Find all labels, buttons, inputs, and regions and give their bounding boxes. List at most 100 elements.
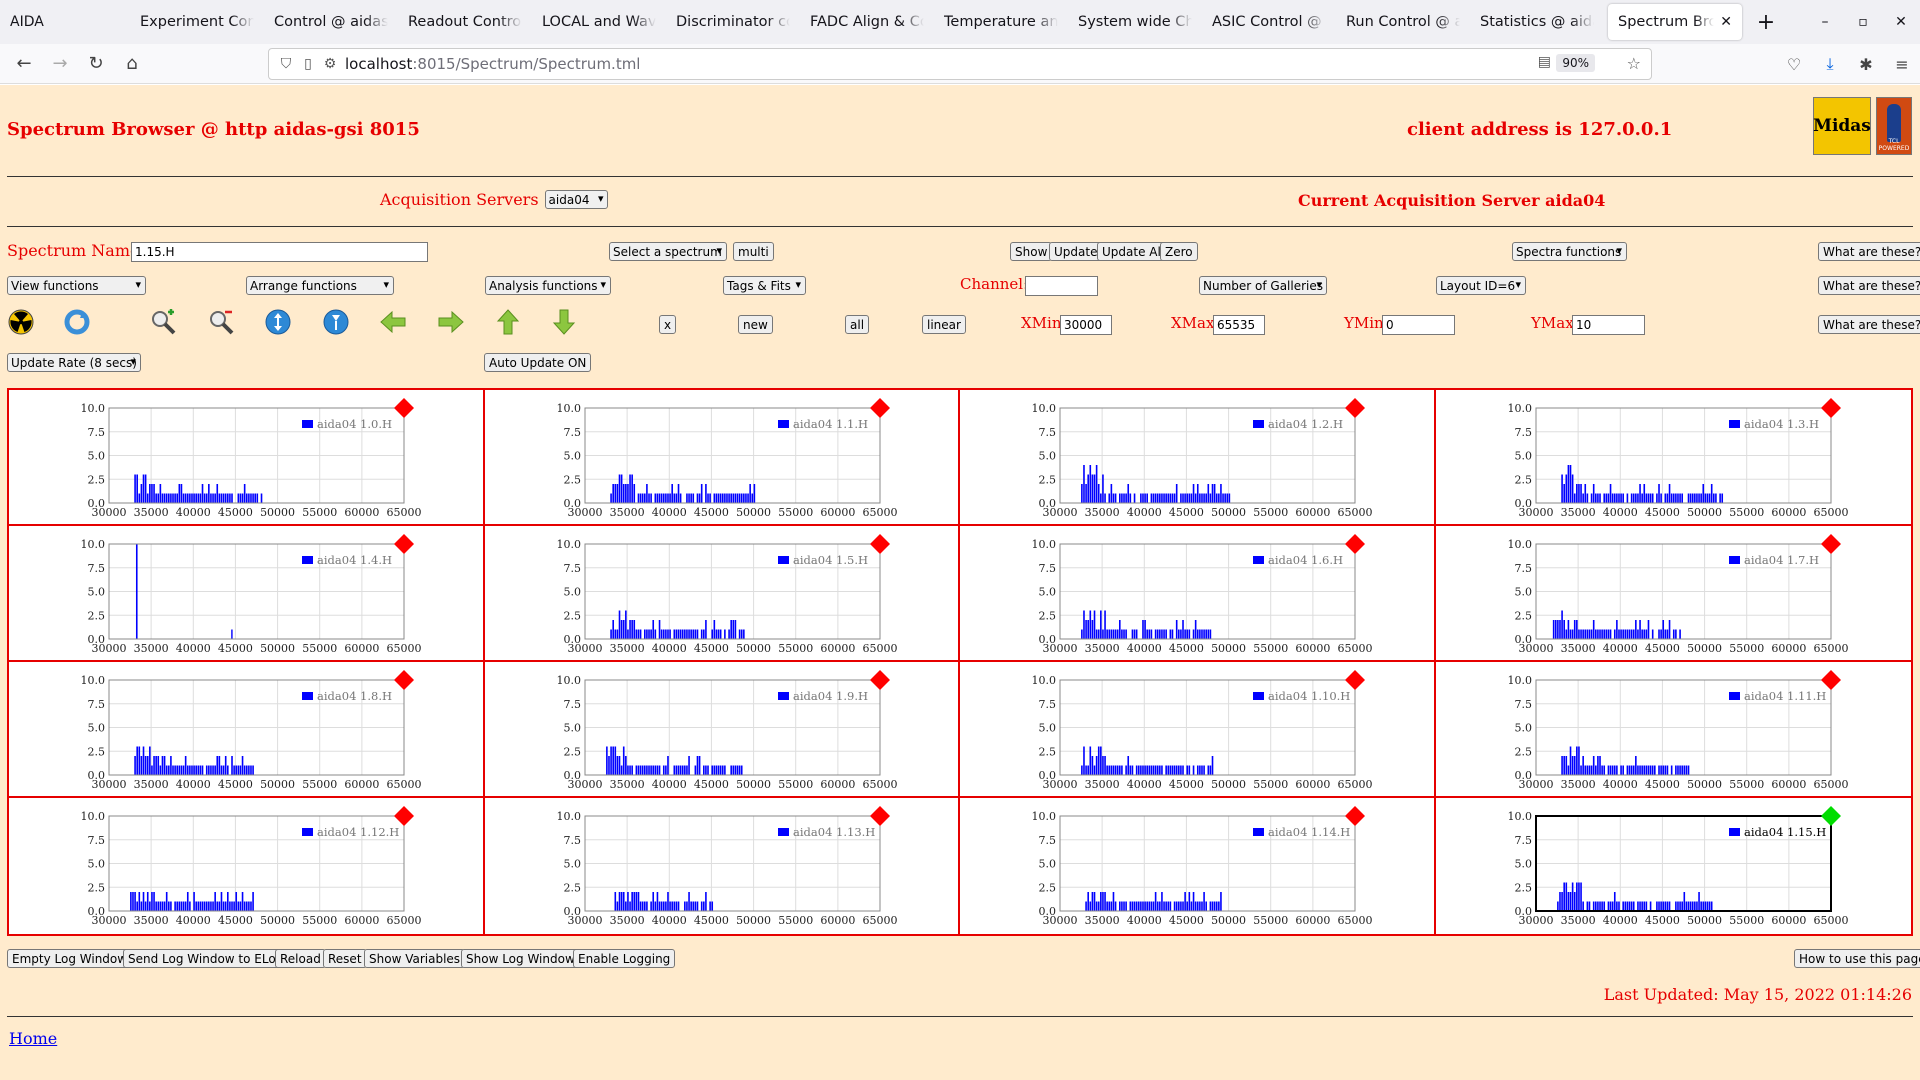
spectrum-cell[interactable]: 0.0 2.5 5.0 7.5 10.0 30000 35000 40000 45000 5000… — [1435, 526, 1911, 662]
pocket-icon[interactable]: ♡ — [1776, 55, 1812, 74]
channel-input[interactable] — [1025, 276, 1098, 296]
compress-y-icon[interactable] — [321, 307, 351, 337]
arrow-down-icon[interactable] — [549, 307, 579, 337]
expand-y-icon[interactable] — [263, 307, 293, 337]
spectrum-cell[interactable]: 0.0 2.5 5.0 7.5 10.0 30000 35000 40000 45000 5000… — [1435, 390, 1911, 526]
extensions-icon[interactable]: ✱ — [1848, 55, 1884, 74]
browser-tab[interactable]: Control @ aidas-gsi — [264, 4, 398, 40]
selection-marker-icon[interactable] — [1345, 670, 1365, 690]
back-icon[interactable]: ← — [6, 53, 42, 74]
arrow-up-icon[interactable] — [493, 307, 523, 337]
what-are-these-button[interactable]: What are these? — [1818, 315, 1920, 334]
selection-marker-icon[interactable] — [869, 534, 890, 554]
tags-fits-dropdown[interactable]: Tags & Fits — [723, 276, 806, 295]
linear-button[interactable]: linear — [922, 315, 966, 334]
spectrum-cell[interactable]: 0.0 2.5 5.0 7.5 10.0 30000 35000 40000 45000 5000… — [1435, 662, 1911, 798]
spectrum-cell[interactable]: 0.0 2.5 5.0 7.5 10.0 30000 35000 40000 45000 5000… — [960, 390, 1436, 526]
zero-button[interactable]: Zero — [1160, 242, 1198, 261]
selection-marker-icon[interactable] — [1345, 398, 1365, 418]
ymax-input[interactable] — [1572, 315, 1645, 335]
all-button[interactable]: all — [845, 315, 870, 334]
browser-tab[interactable]: Readout Control @ — [398, 4, 532, 40]
home-icon[interactable]: ⌂ — [114, 53, 150, 74]
permissions-icon[interactable]: ⚙ — [319, 56, 341, 72]
spectrum-cell[interactable]: 0.0 2.5 5.0 7.5 10.0 30000 35000 40000 45000 5000… — [9, 798, 485, 934]
selection-marker-icon[interactable] — [869, 806, 890, 826]
update-button[interactable]: Update — [1049, 242, 1103, 261]
selection-marker-icon[interactable] — [394, 670, 414, 690]
downloads-icon[interactable]: ⤓ — [1812, 54, 1848, 74]
xmax-input[interactable] — [1213, 315, 1265, 335]
browser-tab[interactable]: Temperature and — [934, 4, 1068, 40]
what-are-these-button[interactable]: What are these? — [1818, 242, 1920, 261]
view-functions-dropdown[interactable]: View functions — [7, 276, 146, 295]
browser-tab[interactable]: System wide Checks — [1068, 4, 1202, 40]
bottom-button-show-variables[interactable]: Show Variables — [364, 949, 466, 968]
browser-tab[interactable]: FADC Align & Control — [800, 4, 934, 40]
bottom-button-enable-logging[interactable]: Enable Logging — [573, 949, 676, 968]
selection-marker-icon[interactable] — [1820, 398, 1841, 418]
close-window-icon[interactable]: ✕ — [1882, 14, 1920, 30]
reload-icon[interactable]: ↻ — [78, 53, 114, 74]
layout-id-dropdown[interactable]: Layout ID=6 — [1436, 276, 1526, 295]
refresh-icon[interactable] — [62, 307, 92, 337]
selection-marker-icon[interactable] — [1345, 806, 1365, 826]
bottom-button-send-log-window-to-elog[interactable]: Send Log Window to ELog — [123, 949, 289, 968]
arrange-functions-dropdown[interactable]: Arrange functions — [246, 276, 394, 295]
forward-icon[interactable]: → — [42, 53, 78, 74]
selection-marker-icon[interactable] — [1820, 534, 1841, 554]
selection-marker-icon[interactable] — [394, 398, 414, 418]
selection-marker-icon[interactable] — [869, 670, 890, 690]
zoom-out-icon[interactable] — [206, 307, 236, 337]
arrow-right-icon[interactable] — [436, 307, 466, 337]
spectrum-cell[interactable]: 0.0 2.5 5.0 7.5 10.0 30000 35000 40000 45000 5000… — [485, 798, 960, 934]
multi-button[interactable]: multi — [733, 242, 774, 261]
address-bar[interactable]: ⛉ ▯ ⚙ localhost:8015/Spectrum/Spectrum.t… — [268, 48, 1652, 80]
number-of-galleries-dropdown[interactable]: Number of Galleries — [1199, 276, 1327, 295]
spectrum-cell[interactable]: 0.0 2.5 5.0 7.5 10.0 30000 35000 40000 45000 5000… — [9, 526, 485, 662]
update-all-button[interactable]: Update All — [1097, 242, 1170, 261]
bookmark-star-icon[interactable]: ☆ — [1627, 54, 1641, 73]
radiation-icon[interactable] — [6, 307, 36, 337]
browser-tab[interactable]: LOCAL and Waveform — [532, 4, 666, 40]
spectrum-cell[interactable]: 0.0 2.5 5.0 7.5 10.0 30000 35000 40000 45000 5000… — [484, 526, 960, 662]
arrow-left-icon[interactable] — [378, 307, 408, 337]
acq-server-select[interactable]: aida04 — [544, 190, 609, 209]
spectrum-cell[interactable]: 0.0 2.5 5.0 7.5 10.0 30000 35000 40000 45000 5000… — [960, 662, 1436, 798]
what-are-these-button[interactable]: What are these? — [1818, 276, 1920, 295]
zoom-in-icon[interactable] — [148, 307, 178, 337]
selection-marker-icon[interactable] — [1820, 670, 1841, 690]
browser-tab[interactable]: Run Control @ aidas — [1336, 4, 1470, 40]
maximize-icon[interactable]: ▫ — [1844, 14, 1882, 30]
home-link[interactable]: Home — [9, 1029, 57, 1048]
selection-marker-icon[interactable] — [1345, 534, 1365, 554]
shield-icon[interactable]: ⛉ — [275, 56, 297, 72]
minimize-icon[interactable]: – — [1806, 14, 1844, 30]
x-button[interactable]: x — [659, 315, 677, 334]
update-rate-dropdown[interactable]: Update Rate (8 secs) — [7, 353, 141, 372]
new-tab-button[interactable]: + — [1746, 10, 1786, 35]
show-button[interactable]: Show — [1010, 242, 1053, 261]
select-spectrum-dropdown[interactable]: Select a spectrum — [609, 242, 727, 261]
spectrum-cell[interactable]: 0.0 2.5 5.0 7.5 10.0 30000 35000 40000 45000 5000… — [9, 390, 485, 526]
spectrum-cell[interactable]: 0.0 2.5 5.0 7.5 10.0 30000 35000 40000 45000 5000… — [9, 662, 485, 798]
bottom-button-reload[interactable]: Reload — [275, 949, 326, 968]
spectrum-cell[interactable]: 0.0 2.5 5.0 7.5 10.0 30000 35000 40000 45000 5000… — [484, 662, 960, 798]
spectrum-cell[interactable]: 0.0 2.5 5.0 7.5 10.0 30000 35000 40000 45000 5000… — [1436, 798, 1912, 934]
spectrum-cell[interactable]: 0.0 2.5 5.0 7.5 10.0 30000 35000 40000 45000 5000… — [484, 390, 960, 526]
xmin-input[interactable] — [1060, 315, 1112, 335]
auto-update-button[interactable]: Auto Update ON — [484, 353, 592, 372]
menu-icon[interactable]: ≡ — [1884, 55, 1920, 74]
browser-tab[interactable]: Statistics @ aidas — [1470, 4, 1604, 40]
browser-tab[interactable]: Experiment Control — [130, 4, 264, 40]
bottom-button-show-log-window[interactable]: Show Log Window — [461, 949, 580, 968]
spectrum-cell[interactable]: 0.0 2.5 5.0 7.5 10.0 30000 35000 40000 45000 5000… — [960, 798, 1436, 934]
ymin-input[interactable] — [1382, 315, 1455, 335]
browser-tab[interactable]: Discriminator control — [666, 4, 800, 40]
new-button[interactable]: new — [738, 315, 773, 334]
selection-marker-icon[interactable] — [394, 534, 414, 554]
browser-tab[interactable]: ASIC Control @ aidas — [1202, 4, 1336, 40]
analysis-functions-dropdown[interactable]: Analysis functions — [485, 276, 611, 295]
selection-marker-icon[interactable] — [394, 806, 414, 826]
reader-view-icon[interactable]: ▤ — [1538, 54, 1551, 70]
